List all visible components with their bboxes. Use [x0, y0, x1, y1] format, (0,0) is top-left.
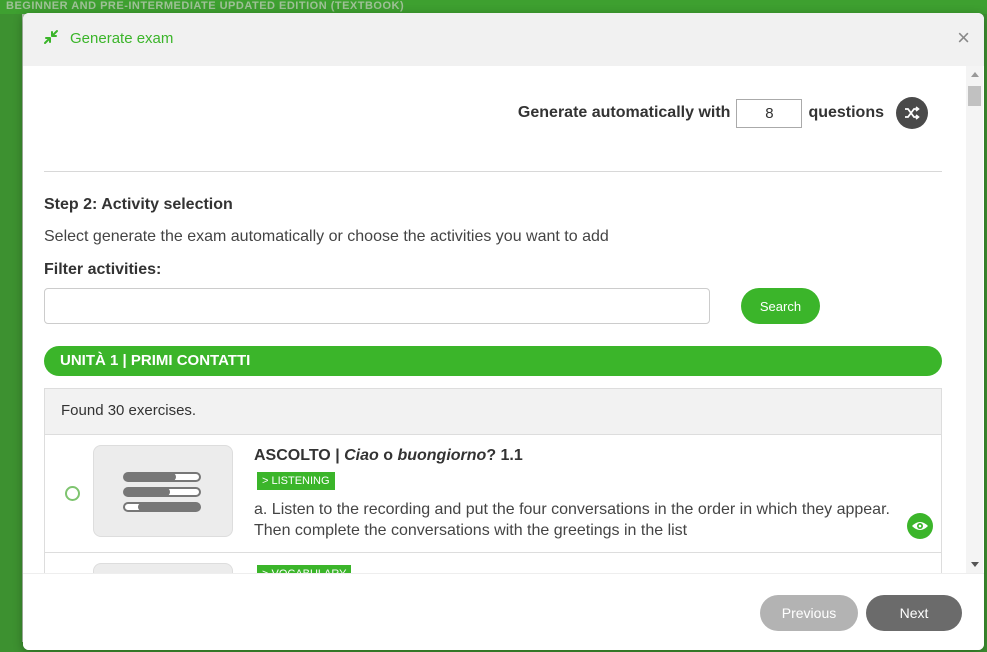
- results-list: Found 30 exercises. ASCOLTO | Ciao o buo…: [44, 388, 942, 573]
- exercise-thumbnail: [93, 445, 233, 537]
- scroll-thumb[interactable]: [968, 86, 981, 106]
- exercise-tag: > LISTENING: [257, 472, 335, 490]
- scroll-up-arrow-icon[interactable]: [971, 72, 979, 77]
- shuffle-button[interactable]: [896, 97, 928, 129]
- preview-button[interactable]: [907, 513, 933, 539]
- unit-header[interactable]: UNITÀ 1 | PRIMI CONTATTI: [44, 346, 942, 376]
- shuffle-icon: [905, 106, 920, 120]
- question-count-input[interactable]: [736, 98, 803, 128]
- next-button[interactable]: Next: [866, 595, 962, 631]
- exercise-title: ASCOLTO | Ciao o buongiorno? 1.1: [254, 447, 523, 464]
- search-button[interactable]: Search: [741, 288, 820, 324]
- modal-body: Generate automatically with questions St…: [23, 66, 984, 573]
- step-description: Select generate the exam automatically o…: [44, 228, 609, 245]
- exercise-item: > VOCABULARY: [45, 553, 941, 573]
- modal-scrollbar[interactable]: [966, 66, 983, 573]
- exercise-item: ASCOLTO | Ciao o buongiorno? 1.1 > LISTE…: [45, 435, 941, 553]
- step-title: Step 2: Activity selection: [44, 196, 233, 213]
- scroll-down-arrow-icon[interactable]: [971, 562, 979, 567]
- modal-footer: Previous Next: [23, 573, 984, 650]
- eye-icon: [912, 522, 928, 530]
- questions-label: questions: [808, 104, 884, 121]
- divider: [44, 171, 942, 172]
- previous-button[interactable]: Previous: [760, 595, 858, 631]
- exercise-tag: > VOCABULARY: [257, 565, 352, 573]
- exercise-description: a. Listen to the recording and put the f…: [254, 501, 890, 539]
- exercise-thumbnail: [93, 563, 233, 573]
- modal-title: Generate exam: [70, 30, 174, 47]
- generate-exam-modal: Generate exam × Generate automatically w…: [23, 13, 984, 650]
- compress-arrows-icon: [44, 30, 58, 44]
- modal-header: Generate exam ×: [23, 13, 984, 66]
- found-count: Found 30 exercises.: [45, 389, 941, 435]
- filter-label: Filter activities:: [44, 261, 162, 278]
- auto-generate-label: Generate automatically with: [517, 104, 731, 121]
- close-icon[interactable]: ×: [957, 27, 970, 49]
- exercise-select-radio[interactable]: [65, 486, 80, 501]
- auto-generate-row: Generate automatically with questions: [518, 96, 928, 130]
- sliders-icon: [123, 472, 201, 512]
- filter-activities-input[interactable]: [44, 288, 710, 324]
